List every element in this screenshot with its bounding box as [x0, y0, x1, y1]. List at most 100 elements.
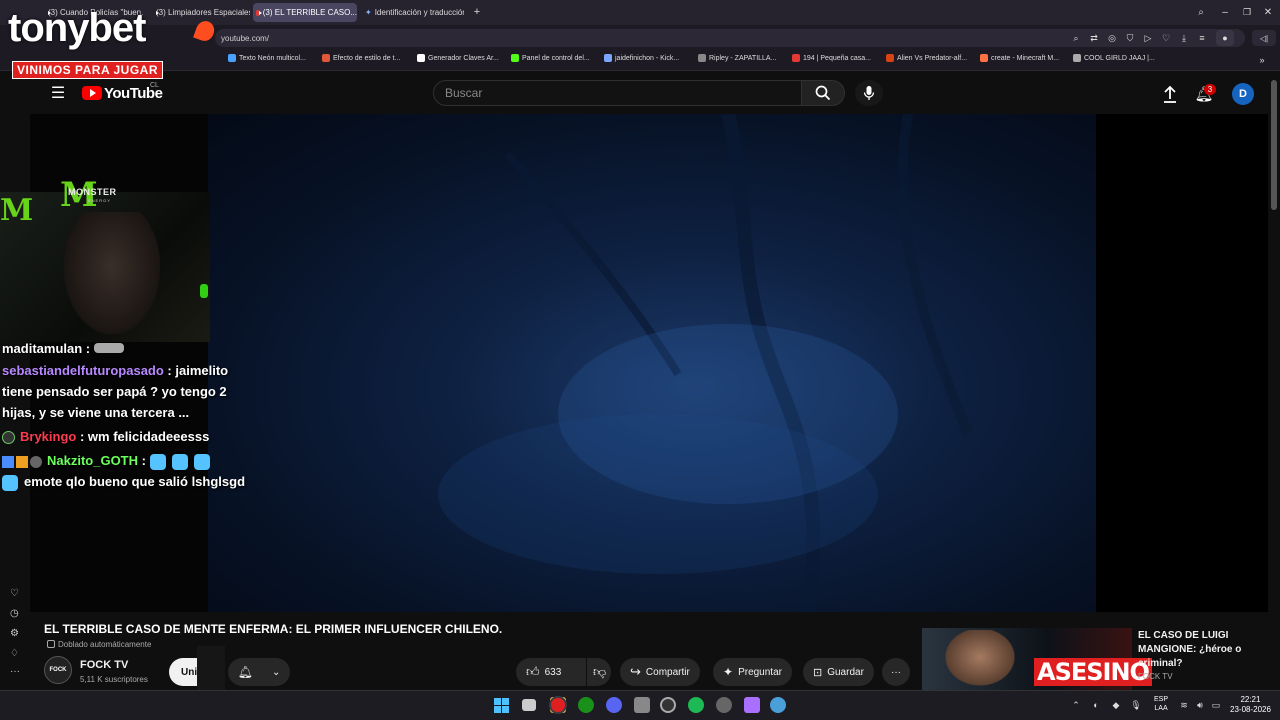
- maximize-button[interactable]: ❐: [1240, 5, 1254, 19]
- microphone-icon[interactable]: 🎙︎: [1130, 698, 1142, 712]
- screenshot-icon[interactable]: ◎: [1106, 31, 1118, 45]
- bookmark-item[interactable]: Generador Claves Ar...: [417, 54, 499, 62]
- search-button[interactable]: [801, 80, 845, 106]
- upload-button[interactable]: [1160, 84, 1180, 104]
- app-icon[interactable]: [634, 697, 650, 713]
- youtube-logo-icon[interactable]: [82, 86, 102, 100]
- tray-icon[interactable]: ◐: [1090, 698, 1102, 712]
- zoom-icon[interactable]: ⌕: [1070, 31, 1082, 45]
- chat-message: Brykingo : wm felicidadeeesss: [2, 426, 252, 447]
- emote-icon: [93, 343, 124, 353]
- emote-icon: [149, 453, 166, 470]
- obs-icon[interactable]: [660, 697, 676, 713]
- wifi-icon[interactable]: ≋: [1178, 698, 1190, 712]
- ai-sidebar-icon[interactable]: ◁|: [1252, 30, 1276, 46]
- thumbnail-face-image: [940, 630, 1020, 690]
- volume-icon[interactable]: 🔊︎: [1194, 698, 1206, 712]
- subscriber-count: 5,11 K suscriptores: [80, 675, 148, 684]
- new-tab-button[interactable]: +: [470, 5, 484, 19]
- bookmark-icon: [511, 54, 519, 62]
- tray-icon[interactable]: ◆: [1110, 698, 1122, 712]
- like-button[interactable]: 👍︎ 633: [516, 658, 586, 686]
- badge-icon: [2, 455, 14, 468]
- app-icon[interactable]: [744, 697, 760, 713]
- more-actions-button[interactable]: ···: [882, 658, 910, 686]
- translate-icon: ✦: [365, 8, 372, 17]
- bookmark-item[interactable]: Efecto de estilo de t...: [322, 54, 400, 62]
- chat-message: Nakzito_GOTH : emote qlo bueno que salió…: [2, 450, 252, 492]
- bookmark-item[interactable]: COOL GIRLD JAAJ |...: [1073, 54, 1155, 62]
- video-title: EL TERRIBLE CASO DE MENTE ENFERMA: EL PR…: [44, 622, 503, 636]
- share-button[interactable]: ↪ Compartir: [620, 658, 700, 686]
- chat-message: maditamulan :: [2, 338, 252, 354]
- bookmark-item[interactable]: jaidefinichon - Kick...: [604, 54, 679, 62]
- download-icon[interactable]: ⤓: [1178, 31, 1190, 45]
- browser-tab-2[interactable]: (3) Limpiadores Espaciales...: [150, 3, 250, 22]
- page-scrollbar[interactable]: [1271, 80, 1277, 210]
- discord-icon[interactable]: [606, 697, 622, 713]
- emote-icon: [193, 453, 210, 470]
- channel-name[interactable]: FOCK TV: [80, 659, 128, 671]
- bookmark-item[interactable]: Panel de control del...: [511, 54, 590, 62]
- system-clock[interactable]: 22:21 23-08-2026: [1230, 695, 1271, 715]
- play-icon[interactable]: ▷: [1142, 31, 1154, 45]
- bookmark-item[interactable]: Texto Neón multicol...: [228, 54, 306, 62]
- badge-icon: [30, 455, 42, 468]
- lightbulb-icon[interactable]: ♢: [10, 648, 20, 659]
- bookmark-icon: ⊡: [813, 666, 823, 679]
- bookmark-item[interactable]: create - Minecraft M...: [980, 54, 1059, 62]
- profile-icon[interactable]: ●: [1216, 30, 1234, 46]
- bookmark-icon: [698, 54, 706, 62]
- voice-search-button[interactable]: [855, 80, 883, 106]
- chevron-up-icon[interactable]: ⌃: [1070, 698, 1082, 712]
- heart-icon[interactable]: ♡: [1160, 31, 1172, 45]
- more-icon[interactable]: ···: [10, 666, 20, 677]
- up-next-title[interactable]: EL CASO DE LUIGI MANGIONE: ¿héroe o crim…: [1138, 629, 1268, 671]
- bookmark-icon: [322, 54, 330, 62]
- opera-gx-icon[interactable]: [549, 696, 567, 714]
- windows-start-icon[interactable]: [494, 698, 509, 713]
- ask-button[interactable]: ✦ Preguntar: [713, 658, 792, 686]
- more-icon: ···: [891, 666, 901, 678]
- bookmark-item[interactable]: 194 | Pequeña casa...: [792, 54, 871, 62]
- bookmark-icon: [980, 54, 988, 62]
- spotify-icon[interactable]: [688, 697, 704, 713]
- close-window-button[interactable]: ✕: [1261, 5, 1275, 19]
- share-icon: ↪: [630, 664, 641, 679]
- chat-text: emote qlo bueno que salió lshglsgd: [24, 474, 246, 489]
- video-frame-forest: [438, 114, 973, 612]
- bookmark-item[interactable]: Alien Vs Predator-alf...: [886, 54, 967, 62]
- bookmarks-more-icon[interactable]: »: [1256, 54, 1268, 66]
- channel-avatar[interactable]: FOCK: [44, 656, 72, 684]
- task-view-icon[interactable]: [522, 699, 536, 711]
- input-language[interactable]: ESP LAA: [1154, 695, 1168, 713]
- up-next-channel[interactable]: FOCK TV: [1138, 672, 1173, 681]
- xbox-icon[interactable]: [578, 697, 594, 713]
- upload-icon: [1164, 85, 1176, 103]
- chat-username: Brykingo: [20, 429, 77, 444]
- translate-page-icon[interactable]: ⇄: [1088, 31, 1100, 45]
- battery-icon[interactable]: ▭: [1210, 698, 1222, 712]
- shield-icon[interactable]: ⛉: [1124, 31, 1136, 45]
- minimize-button[interactable]: –: [1218, 5, 1232, 19]
- bookmark-item[interactable]: Ripley - ZAPATILLA...: [698, 54, 776, 62]
- menu-lines-icon[interactable]: ≡: [1196, 31, 1208, 45]
- dislike-button[interactable]: 👎︎: [587, 658, 611, 686]
- search-tabs-icon[interactable]: ⌕: [1194, 5, 1208, 19]
- youtube-favicon-icon: [256, 9, 262, 16]
- heart-icon[interactable]: ♡: [10, 588, 20, 599]
- video-player[interactable]: [208, 114, 1096, 612]
- subscribe-notifications-button[interactable]: 🔔︎ ⌄: [228, 658, 290, 686]
- history-icon[interactable]: ◷: [10, 608, 20, 619]
- browser-tab-4[interactable]: ✦ Identificación y traducción...: [362, 3, 464, 22]
- steam-icon[interactable]: [716, 697, 732, 713]
- hamburger-menu-icon[interactable]: ☰: [48, 84, 68, 102]
- account-avatar[interactable]: D: [1232, 83, 1254, 105]
- settings-icon[interactable]: ⚙: [10, 628, 20, 639]
- search-input[interactable]: Buscar: [433, 80, 802, 106]
- player-letterbox-right: [1096, 114, 1268, 612]
- save-button[interactable]: ⊡ Guardar: [803, 658, 874, 686]
- webcam-overlay-edge: [197, 646, 225, 690]
- browser-tab-active[interactable]: (3) EL TERRIBLE CASO...: [253, 3, 357, 22]
- app-icon[interactable]: [770, 697, 786, 713]
